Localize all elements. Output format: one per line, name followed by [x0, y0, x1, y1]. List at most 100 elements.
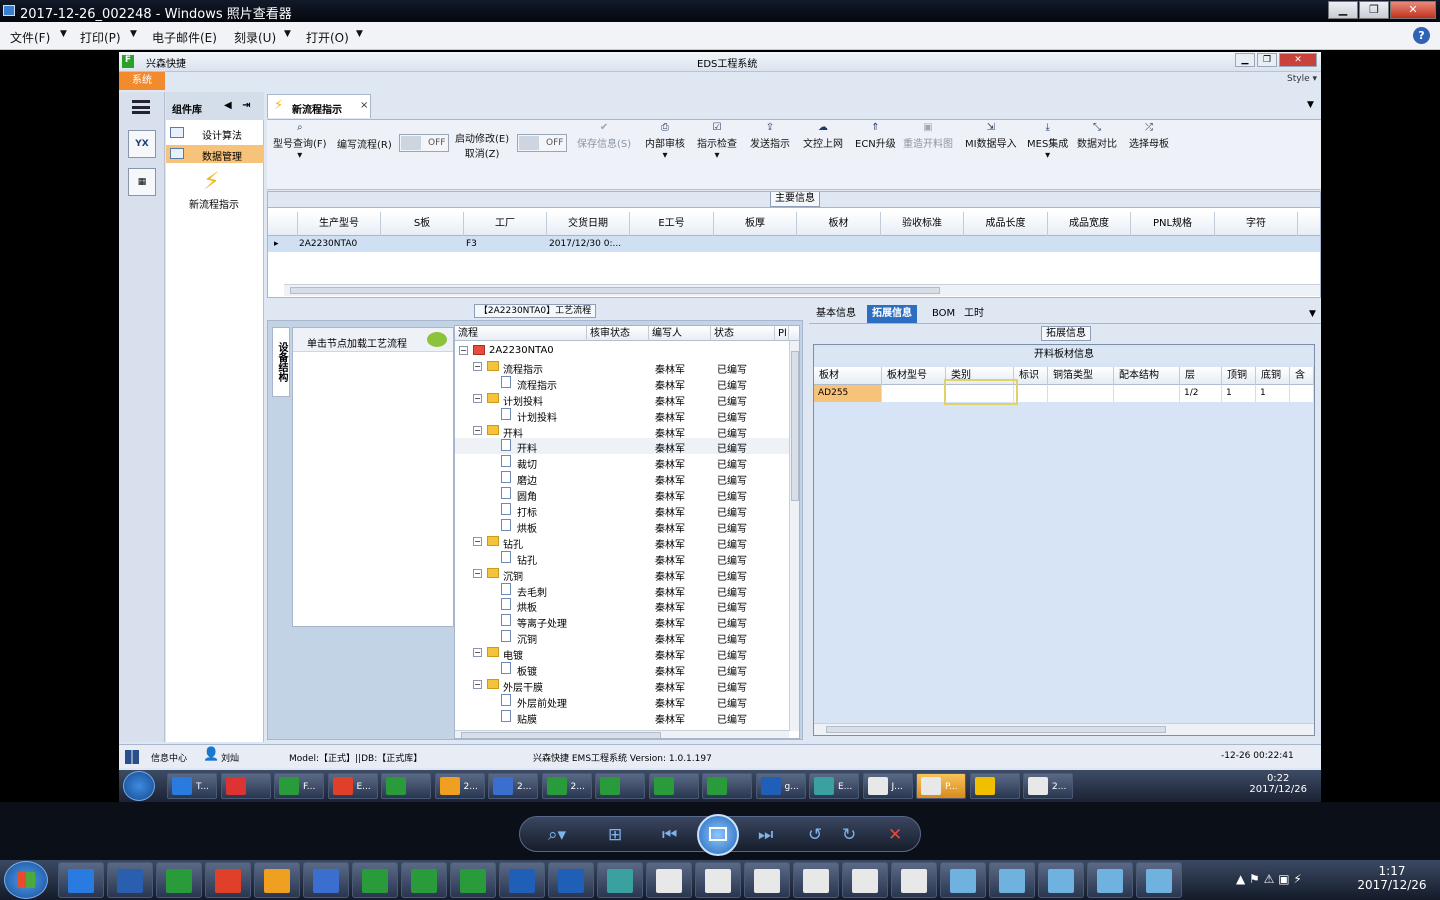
column-header[interactable]: 板厚: [714, 212, 797, 236]
actual-size-icon[interactable]: ⊞: [608, 825, 622, 845]
delete-icon[interactable]: ✕: [888, 825, 902, 845]
next-icon[interactable]: ⏭: [758, 825, 773, 845]
table-row[interactable]: ▸ 2A2230NTA0 F3 2017/12/30 0:...: [268, 236, 1320, 252]
table-row[interactable]: AD255 1/2 1 1: [814, 385, 1314, 402]
calculator-icon[interactable]: ▦: [128, 168, 156, 196]
taskbar-button[interactable]: E...: [327, 773, 378, 799]
start-button-icon[interactable]: [123, 771, 155, 801]
list-item[interactable]: 打标 秦林军 已编写: [455, 502, 789, 519]
lightning-icon[interactable]: ⚡: [203, 167, 220, 195]
taskbar-button[interactable]: [1038, 862, 1084, 898]
collapse-icon[interactable]: −: [473, 393, 482, 403]
taskbar-button[interactable]: 2...: [434, 773, 485, 799]
select-master-board-button[interactable]: ⤮ 选择母板: [1129, 122, 1169, 150]
tray-icons[interactable]: ▲ ⚑ ⚠ ▣ ⚡: [1236, 872, 1302, 886]
list-item[interactable]: 钻孔 秦林军 已编写: [455, 550, 789, 567]
taskbar-button[interactable]: g...: [755, 773, 806, 799]
column-header[interactable]: S板: [381, 212, 464, 236]
collapse-icon[interactable]: −: [473, 536, 482, 546]
system-tab[interactable]: 系统: [119, 72, 165, 90]
list-item[interactable]: 等离子处理 秦林军 已编写: [455, 613, 789, 630]
tabs-dropdown-icon[interactable]: ▼: [1309, 309, 1316, 319]
list-item[interactable]: − 电镀 秦林军 已编写: [455, 645, 789, 662]
list-item[interactable]: 贴膜 秦林军 已编写: [455, 709, 789, 726]
list-item[interactable]: − 外层干膜 秦林军 已编写: [455, 677, 789, 694]
help-icon[interactable]: ?: [1413, 27, 1430, 44]
taskbar-button[interactable]: [352, 862, 398, 898]
taskbar-button[interactable]: [646, 862, 692, 898]
start-button-icon[interactable]: [4, 861, 48, 899]
column-header[interactable]: PNL规格: [1131, 212, 1215, 236]
comment-icon[interactable]: [427, 332, 447, 347]
taskbar-button[interactable]: [450, 862, 496, 898]
tab-bom[interactable]: BOM: [927, 305, 960, 323]
tab-device-structure[interactable]: 设备结构: [272, 327, 290, 397]
taskbar-button[interactable]: [220, 773, 271, 799]
taskbar-button[interactable]: [1087, 862, 1133, 898]
instruction-check-button[interactable]: ☑ 指示检查 ▾: [697, 122, 737, 161]
collapse-icon[interactable]: −: [473, 648, 482, 658]
collapse-arrow-icon[interactable]: ◀ ⇥: [224, 100, 251, 111]
grid-corner[interactable]: [268, 212, 298, 236]
taskbar-button[interactable]: [595, 773, 645, 799]
yx-module-icon[interactable]: YX: [128, 130, 156, 158]
column-header[interactable]: 成品宽度: [1048, 212, 1131, 236]
taskbar-button[interactable]: [702, 773, 752, 799]
column-header[interactable]: 字符: [1215, 212, 1298, 236]
info-center-label[interactable]: 信息中心: [151, 751, 187, 764]
material-grid-scrollbar[interactable]: [814, 723, 1314, 735]
menu-file[interactable]: 文件(F): [10, 29, 50, 46]
minimize-button[interactable]: ▁: [1328, 1, 1358, 19]
tree-horizontal-scrollbar[interactable]: [455, 730, 789, 738]
tab-basic-info[interactable]: 基本信息: [811, 305, 861, 323]
column-header[interactable]: 成品长度: [964, 212, 1048, 236]
taskbar-button[interactable]: [744, 862, 790, 898]
hamburger-menu-icon[interactable]: [132, 100, 150, 114]
taskbar-button[interactable]: J...: [862, 773, 913, 799]
close-button[interactable]: ✕: [1390, 1, 1436, 19]
save-info-button[interactable]: ✔ 保存信息(S): [577, 122, 631, 150]
menu-email[interactable]: 电子邮件(E): [152, 29, 217, 46]
rebuild-cutting-chart-button[interactable]: ▣ 重造开料图: [903, 122, 953, 150]
column-header[interactable]: 验收标准: [881, 212, 964, 236]
list-item[interactable]: − 2A2230NTA0: [455, 343, 789, 359]
write-flow-toggle[interactable]: OFF: [399, 134, 449, 152]
taskbar-button[interactable]: [107, 862, 153, 898]
list-item[interactable]: − 钻孔 秦林军 已编写: [455, 534, 789, 551]
list-item[interactable]: − 沉铜 秦林军 已编写: [455, 566, 789, 583]
taskbar-button[interactable]: [989, 862, 1035, 898]
mi-data-import-button[interactable]: ⇲ MI数据导入: [965, 122, 1017, 150]
taskbar-button[interactable]: 2...: [1023, 773, 1073, 799]
slideshow-button[interactable]: [697, 814, 739, 856]
taskbar-button[interactable]: P...: [916, 773, 966, 799]
taskbar-button[interactable]: F...: [274, 773, 324, 799]
model-query-button[interactable]: ⌕ 型号查询(F) ▾: [273, 122, 327, 161]
column-header[interactable]: E工号: [630, 212, 714, 236]
taskbar-button[interactable]: [58, 862, 104, 898]
taskbar-button[interactable]: [205, 862, 251, 898]
zoom-icon[interactable]: ⌕▾: [548, 825, 566, 845]
list-item[interactable]: − 流程指示 秦林军 已编写: [455, 359, 789, 376]
internal-review-button[interactable]: ⎙ 内部审核 ▾: [645, 122, 685, 161]
tab-new-flow[interactable]: ⚡ 新流程指示 ×: [267, 94, 371, 118]
menu-open[interactable]: 打开(O): [306, 29, 349, 46]
rotate-right-icon[interactable]: ↻: [842, 825, 856, 845]
list-item[interactable]: − 计划投料 秦林军 已编写: [455, 391, 789, 408]
main-grid-scrollbar[interactable]: [284, 284, 1320, 296]
tab-extended-info[interactable]: 拓展信息: [867, 305, 917, 323]
close-tab-icon[interactable]: ×: [360, 100, 368, 111]
taskbar-button[interactable]: [303, 862, 349, 898]
taskbar-button[interactable]: [891, 862, 937, 898]
system-clock[interactable]: 1:17 2017/12/26: [1352, 864, 1432, 892]
tree-vertical-scrollbar[interactable]: [789, 341, 799, 731]
eds-minimize-button[interactable]: ▁: [1235, 53, 1255, 67]
list-item[interactable]: − 开料 秦林军 已编写: [455, 423, 789, 440]
eds-close-button[interactable]: ✕: [1279, 53, 1317, 67]
menu-burn[interactable]: 刻录(U): [234, 29, 276, 46]
new-flow-label[interactable]: 新流程指示: [189, 196, 239, 211]
data-compare-button[interactable]: ⤡ 数据对比: [1077, 122, 1117, 150]
list-item[interactable]: 圆角 秦林军 已编写: [455, 486, 789, 503]
tab-dropdown-icon[interactable]: ▼: [1307, 100, 1314, 110]
rotate-left-icon[interactable]: ↺: [808, 825, 822, 845]
taskbar-button[interactable]: 2...: [488, 773, 538, 799]
